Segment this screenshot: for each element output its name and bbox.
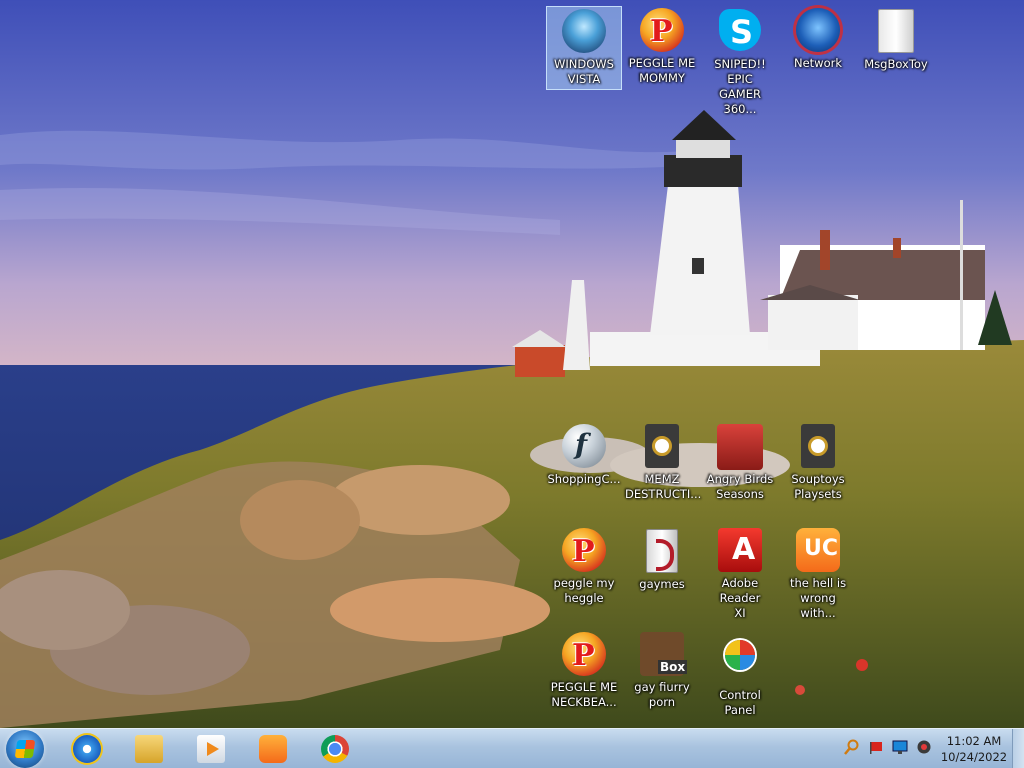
clock-date: 10/24/2022 (940, 750, 1008, 764)
desktop-icon-label: MsgBoxToy (864, 57, 928, 71)
speaker-icon[interactable] (916, 739, 932, 755)
control-panel-icon (725, 640, 755, 670)
taskbar-uc-browser[interactable] (246, 731, 300, 767)
shortcut-document-icon (645, 424, 679, 468)
desktop-icon-label: PEGGLE ME NECKBEA... (550, 680, 618, 709)
desktop-icon-network[interactable]: Network (780, 6, 856, 71)
desktop-icon-control-panel[interactable]: Control Panel (702, 630, 778, 718)
network-globe-icon (796, 8, 840, 52)
vista-orb-icon (562, 9, 606, 53)
desktop-icon-label: Network (793, 56, 843, 70)
desktop-icon-label: gay fiurry porn (634, 680, 690, 709)
desktop-icon-label: SNIPED!! EPIC GAMER 360... (714, 57, 766, 116)
desktop-icon-label: PEGGLE ME MOMMY (628, 56, 696, 85)
desktop-icon-gaymes[interactable]: gaymes (624, 526, 700, 592)
desktop-icon-peggle-me-mommy[interactable]: P PEGGLE ME MOMMY (624, 6, 700, 86)
desktop-icon-shoppingc[interactable]: f ShoppingC... (546, 422, 622, 487)
start-button[interactable] (6, 730, 44, 768)
desktop-icon-peggle-me-neckbeard[interactable]: P PEGGLE ME NECKBEA... (546, 630, 622, 710)
internet-explorer-icon (73, 735, 101, 763)
desktop-icon-box-shortcut[interactable]: Box gay fiurry porn (624, 630, 700, 710)
desktop-icon-label: Control Panel (719, 688, 761, 717)
folder-document-icon (646, 529, 678, 573)
wallpaper (0, 0, 1024, 728)
desktop[interactable]: WINDOWS VISTA P PEGGLE ME MOMMY S SNIPED… (0, 0, 1024, 728)
peggle-icon: P (640, 8, 684, 52)
desktop-icon-msgboxtoy[interactable]: MsgBoxToy (858, 6, 934, 72)
monitor-icon[interactable] (892, 739, 908, 755)
desktop-icon-memz-destructive[interactable]: MEMZ DESTRUCTI... (624, 422, 702, 502)
taskbar-chrome[interactable] (308, 731, 362, 767)
desktop-icon-label: MEMZ DESTRUCTI... (625, 472, 702, 501)
desktop-icon-label: WINDOWS VISTA (554, 57, 614, 86)
adobe-reader-icon: A (718, 528, 762, 572)
windows-explorer-icon (135, 735, 163, 763)
flash-player-icon: f (562, 424, 606, 468)
document-folder-icon (878, 9, 914, 53)
clock[interactable]: 11:02 AM 10/24/2022 (936, 733, 1012, 765)
show-desktop-button[interactable] (1012, 729, 1024, 768)
desktop-icon-label: ShoppingC... (547, 472, 621, 486)
shortcut-document-icon (801, 424, 835, 468)
box-dog-icon: Box (640, 632, 688, 676)
desktop-icon-windows-vista[interactable]: WINDOWS VISTA (546, 6, 622, 90)
desktop-icon-label: the hell is wrong with... (789, 576, 847, 620)
desktop-icon-angry-birds-seasons[interactable]: Angry Birds Seasons (702, 422, 778, 502)
taskbar-media-player[interactable] (184, 731, 238, 767)
desktop-icon-the-hell-is-wrong[interactable]: UC the hell is wrong with... (780, 526, 856, 621)
taskbar-internet-explorer[interactable] (60, 731, 114, 767)
peggle-icon: P (562, 632, 606, 676)
desktop-icon-peggle-my-heggle[interactable]: P peggle my heggle (546, 526, 622, 606)
angry-birds-icon (717, 424, 763, 470)
desktop-icon-sniped-epic-gamer[interactable]: S SNIPED!! EPIC GAMER 360... (702, 6, 778, 117)
skype-icon: S (719, 9, 761, 51)
desktop-icon-label: gaymes (639, 577, 685, 591)
desktop-icon-label: Souptoys Playsets (791, 472, 845, 501)
desktop-icon-label: peggle my heggle (553, 576, 615, 605)
desktop-icon-label: Angry Birds Seasons (706, 472, 774, 501)
search-magnifier-icon[interactable] (844, 739, 860, 755)
chrome-icon (321, 735, 349, 763)
desktop-icon-adobe-reader-xi[interactable]: A Adobe Reader XI (702, 526, 778, 621)
windows-logo-icon (14, 740, 36, 758)
desktop-icon-souptoys-playsets[interactable]: Souptoys Playsets (780, 422, 856, 502)
peggle-icon: P (562, 528, 606, 572)
media-player-icon (197, 735, 225, 763)
uc-browser-icon (259, 735, 287, 763)
uc-browser-icon: UC (796, 528, 840, 572)
flag-icon[interactable] (868, 739, 884, 755)
desktop-icon-label: Adobe Reader XI (719, 576, 761, 620)
clock-time: 11:02 AM (946, 734, 1002, 748)
taskbar-windows-explorer[interactable] (122, 731, 176, 767)
taskbar: 11:02 AM 10/24/2022 (0, 728, 1024, 768)
